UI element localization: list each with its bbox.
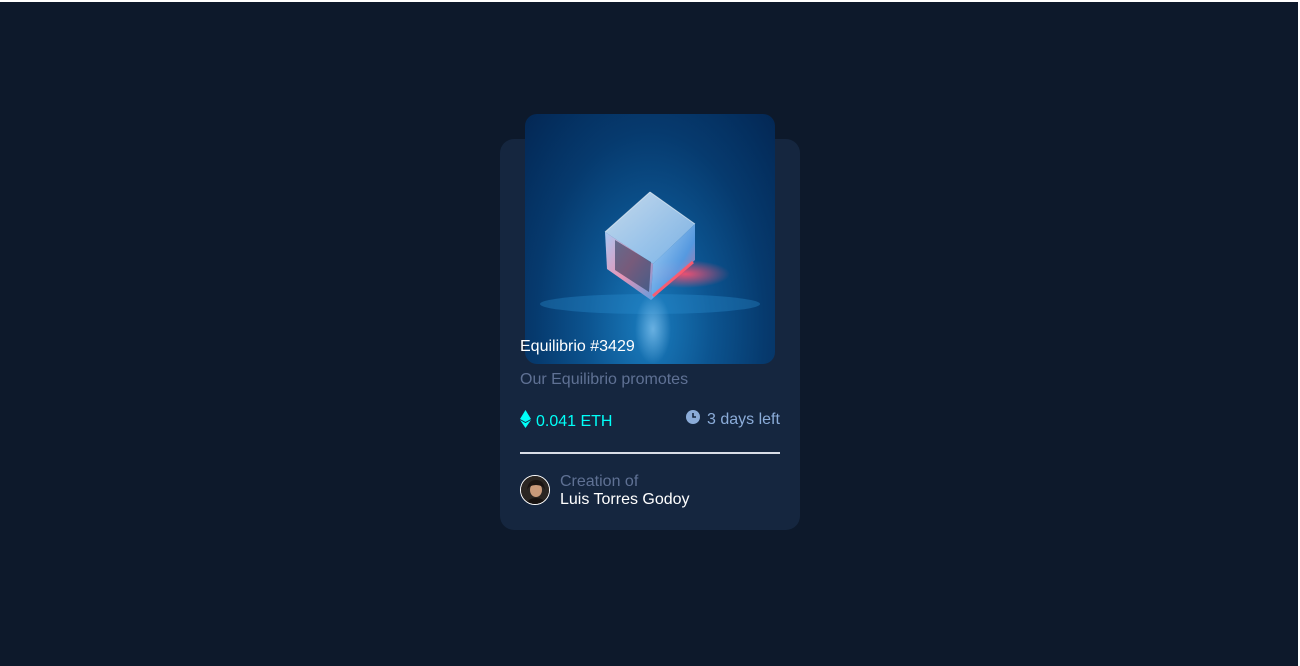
avatar bbox=[520, 475, 550, 505]
top-border bbox=[0, 0, 1300, 2]
nft-image[interactable] bbox=[525, 114, 775, 364]
time-left: 3 days left bbox=[707, 410, 780, 428]
creator-name[interactable]: Luis Torres Godoy bbox=[560, 491, 690, 509]
divider bbox=[520, 452, 780, 454]
creator-label: Creation of bbox=[560, 473, 639, 490]
price-value: 0.041 ETH bbox=[536, 412, 613, 430]
time-row: 3 days left bbox=[686, 410, 780, 429]
clock-icon bbox=[686, 410, 700, 429]
cube-illustration bbox=[540, 191, 760, 364]
price-row: 0.041 ETH bbox=[520, 410, 612, 433]
nft-title[interactable]: Equilibrio #3429 bbox=[520, 338, 635, 356]
nft-description: Our Equilibrio promotes bbox=[520, 371, 689, 388]
ethereum-icon bbox=[520, 410, 531, 433]
